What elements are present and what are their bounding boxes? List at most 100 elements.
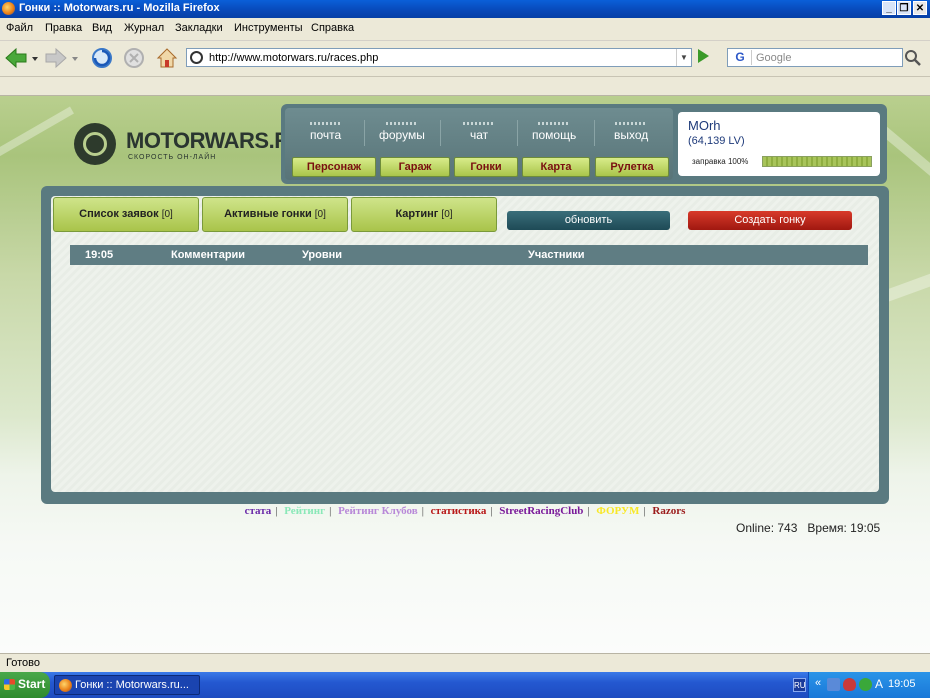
footer-separator: | <box>329 505 332 517</box>
status-text: Готово <box>6 657 40 669</box>
tab-active-races[interactable]: Активные гонки [0] <box>202 197 348 232</box>
races-table-header: 19:05 Комментарии Уровни Участники <box>70 245 868 265</box>
bookmarks-toolbar <box>0 77 930 96</box>
menu-bar: Файл Правка Вид Журнал Закладки Инструме… <box>0 18 930 41</box>
status-bar: Готово <box>0 653 930 673</box>
footer-separator: | <box>275 505 278 517</box>
footer-separator: | <box>643 505 646 517</box>
nav-separator <box>440 120 441 146</box>
logo-name: MOTORWARS.RU <box>126 128 305 153</box>
menu-tools[interactable]: Инструменты <box>234 22 303 34</box>
nav-link-chat[interactable]: чат <box>463 122 496 142</box>
taskbar-item-firefox[interactable]: Гонки :: Motorwars.ru... <box>54 675 200 695</box>
username[interactable]: MOrh <box>688 118 721 133</box>
header-time: 19:05 <box>85 249 114 261</box>
nav-link-exit[interactable]: выход <box>614 122 648 142</box>
stop-icon[interactable] <box>122 46 146 70</box>
close-button[interactable]: ✕ <box>913 1 927 15</box>
address-dropdown-icon[interactable]: ▼ <box>676 49 691 66</box>
language-indicator[interactable]: RU <box>793 678 806 692</box>
server-time: Время: 19:05 <box>807 521 881 535</box>
footer-link-statistics[interactable]: статистика <box>431 505 487 517</box>
fuel-label: заправка 100% <box>692 157 749 166</box>
tab-karting[interactable]: Картинг [0] <box>351 197 497 232</box>
window-titlebar: Гонки :: Motorwars.ru - Mozilla Firefox … <box>0 0 930 18</box>
header-comments: Комментарии <box>171 249 246 261</box>
reload-icon[interactable] <box>90 46 114 70</box>
footer-link-rating[interactable]: Рейтинг <box>284 505 325 517</box>
tab-karting-label: Картинг <box>395 208 439 220</box>
tab-applications-label: Список заявок <box>79 208 159 220</box>
footer-separator: | <box>421 505 424 517</box>
nav-button-character[interactable]: Персонаж <box>292 157 376 177</box>
create-race-button[interactable]: Создать гонку <box>688 211 852 230</box>
taskbar-clock: 19:05 <box>888 678 916 690</box>
address-url[interactable]: http://www.motorwars.ru/races.php <box>209 52 378 64</box>
races-panel: Список заявок [0] Активные гонки [0] Кар… <box>41 186 889 504</box>
nav-separator <box>594 120 595 146</box>
site-identity-icon[interactable] <box>190 51 203 64</box>
search-engine-icon[interactable]: G <box>729 50 752 65</box>
address-bar[interactable]: http://www.motorwars.ru/races.php ▼ <box>186 48 692 67</box>
nav-button-roulette[interactable]: Рулетка <box>595 157 669 177</box>
start-button[interactable]: Start <box>0 672 50 698</box>
nav-button-races[interactable]: Гонки <box>454 157 518 177</box>
nav-link-mail[interactable]: почта <box>309 122 342 142</box>
tab-applications[interactable]: Список заявок [0] <box>53 197 199 232</box>
tray-green-icon[interactable] <box>859 678 872 691</box>
online-status: Online: 743 Время: 19:05 <box>736 521 880 535</box>
go-arrow-icon[interactable] <box>698 49 709 63</box>
nav-link-forums[interactable]: форумы <box>379 122 425 142</box>
forward-arrow-icon[interactable] <box>44 46 68 70</box>
footer-link-forum[interactable]: ФОРУМ <box>596 505 639 517</box>
footer-separator: | <box>490 505 493 517</box>
header-participants: Участники <box>528 249 585 261</box>
window-title: Гонки :: Motorwars.ru - Mozilla Firefox <box>19 2 220 14</box>
tray-font-icon[interactable]: A <box>875 678 888 691</box>
minimize-button[interactable]: _ <box>882 1 896 15</box>
refresh-button[interactable]: обновить <box>507 211 670 230</box>
back-arrow-icon[interactable] <box>4 46 28 70</box>
footer-link-streetracingclub[interactable]: StreetRacingClub <box>499 505 583 517</box>
tray-security-icon[interactable] <box>843 678 856 691</box>
races-panel-inner: Список заявок [0] Активные гонки [0] Кар… <box>51 196 879 492</box>
tab-active-races-label: Активные гонки <box>224 208 312 220</box>
menu-view[interactable]: Вид <box>92 22 112 34</box>
user-info-box: MOrh (64,139 LV) заправка 100% <box>678 112 880 176</box>
search-magnifier-icon[interactable] <box>904 49 922 67</box>
nav-button-garage[interactable]: Гараж <box>380 157 450 177</box>
background-stripe <box>0 106 74 174</box>
search-input[interactable]: Google <box>756 52 791 64</box>
online-count: Online: 743 <box>736 521 798 535</box>
footer-separator: | <box>587 505 590 517</box>
tray-network-icon[interactable] <box>827 678 840 691</box>
footer-link-razors[interactable]: Razors <box>652 505 685 517</box>
home-icon[interactable] <box>155 46 179 70</box>
header-levels: Уровни <box>302 249 343 261</box>
forward-history-dropdown-icon[interactable] <box>70 46 80 70</box>
back-history-dropdown-icon[interactable] <box>30 46 40 70</box>
web-page: MOTORWARS.RU СКОРОСТЬ ОН-ЛАЙН почта фору… <box>0 96 930 653</box>
menu-bookmarks[interactable]: Закладки <box>175 22 223 34</box>
logo-slogan: СКОРОСТЬ ОН-ЛАЙН <box>128 154 217 161</box>
tab-karting-count: [0] <box>441 209 453 220</box>
menu-help[interactable]: Справка <box>311 22 354 34</box>
search-bar[interactable]: G Google <box>727 48 903 67</box>
fuel-progress-bar <box>762 156 872 167</box>
top-navigation-inner: почта форумы чат помощь выход Персонаж Г… <box>285 108 673 180</box>
tab-active-races-count: [0] <box>314 209 326 220</box>
tray-expand-icon[interactable]: « <box>815 677 821 689</box>
tab-applications-count: [0] <box>161 209 173 220</box>
menu-history[interactable]: Журнал <box>124 22 164 34</box>
nav-button-map[interactable]: Карта <box>522 157 590 177</box>
nav-separator <box>517 120 518 146</box>
footer-links: стата | Рейтинг | Рейтинг Клубов | статисти… <box>0 505 930 517</box>
top-navigation-panel: почта форумы чат помощь выход Персонаж Г… <box>281 104 887 184</box>
restore-button[interactable]: ❐ <box>897 1 911 15</box>
menu-edit[interactable]: Правка <box>45 22 82 34</box>
menu-file[interactable]: Файл <box>6 22 33 34</box>
footer-link-stats[interactable]: стата <box>245 505 272 517</box>
footer-link-club-rating[interactable]: Рейтинг Клубов <box>338 505 418 517</box>
user-level: (64,139 LV) <box>688 135 745 147</box>
nav-link-help[interactable]: помощь <box>532 122 576 142</box>
